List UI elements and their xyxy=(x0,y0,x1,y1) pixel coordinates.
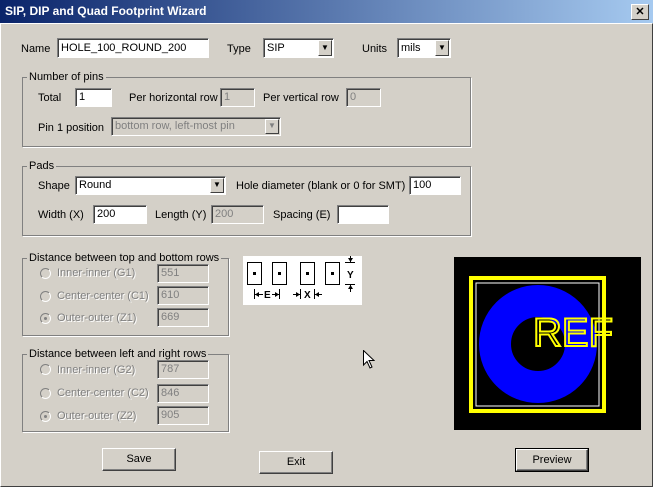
length-label: Length (Y) xyxy=(155,209,207,221)
width-label: Width (X) xyxy=(38,209,84,221)
total-pins-input[interactable]: 1 xyxy=(75,88,112,107)
save-button[interactable]: Save xyxy=(102,448,176,471)
shape-dropdown-chevron-down-icon[interactable]: ▼ xyxy=(210,178,224,193)
diagram-e-label: E xyxy=(264,290,271,301)
dimension-diagram-svg: E X Y xyxy=(247,256,355,301)
left-right-distance-group-title: Distance between left and right rows xyxy=(27,348,209,360)
radio-center-center-c1[interactable] xyxy=(40,291,51,302)
diagram-x-label: X xyxy=(304,290,311,301)
radio-outer-outer-z2[interactable] xyxy=(40,411,51,422)
spacing-input[interactable] xyxy=(337,205,389,224)
preview-button[interactable]: Preview xyxy=(515,448,589,472)
c1-value-field: 610 xyxy=(157,286,209,305)
center-center-c2-label: Center-center (C2) xyxy=(57,387,149,399)
outer-outer-z1-label: Outer-outer (Z1) xyxy=(57,312,137,324)
length-input: 200 xyxy=(211,205,264,224)
per-vertical-row-input: 0 xyxy=(346,88,381,107)
z2-value-field: 905 xyxy=(157,406,209,425)
name-input[interactable]: HOLE_100_ROUND_200 xyxy=(57,38,209,58)
pin1-position-select: bottom row, left-most pin ▼ xyxy=(111,117,281,136)
z1-value-field: 669 xyxy=(157,308,209,327)
units-dropdown-chevron-down-icon[interactable]: ▼ xyxy=(435,40,449,56)
units-label: Units xyxy=(362,43,388,55)
number-of-pins-group-title: Number of pins xyxy=(27,71,106,83)
top-bottom-distance-group-title: Distance between top and bottom rows xyxy=(27,252,222,264)
type-dropdown-chevron-down-icon[interactable]: ▼ xyxy=(318,40,332,56)
type-select-value: SIP xyxy=(267,42,285,54)
type-label: Type xyxy=(227,43,251,55)
footprint-preview: REF xyxy=(454,257,641,430)
radio-outer-outer-z1[interactable] xyxy=(40,313,51,324)
g2-value-field: 787 xyxy=(157,360,209,379)
name-label: Name xyxy=(21,43,51,55)
shape-label: Shape xyxy=(38,180,70,192)
footprint-preview-svg: REF xyxy=(454,257,641,430)
pin1-dropdown-chevron-down-icon: ▼ xyxy=(265,119,279,134)
radio-center-center-c2[interactable] xyxy=(40,388,51,399)
shape-select[interactable]: Round ▼ xyxy=(75,176,226,195)
total-pins-label: Total xyxy=(38,92,62,104)
close-icon: ✕ xyxy=(635,6,645,18)
per-vertical-row-label: Per vertical row xyxy=(263,92,339,104)
diagram-y-label: Y xyxy=(347,270,354,281)
inner-inner-g2-label: Inner-inner (G2) xyxy=(57,364,136,376)
inner-inner-g1-label: Inner-inner (G1) xyxy=(57,267,136,279)
radio-inner-inner-g2[interactable] xyxy=(40,364,51,375)
pin1-position-value: bottom row, left-most pin xyxy=(115,120,235,132)
width-input[interactable]: 200 xyxy=(93,205,147,224)
radio-inner-inner-g1[interactable] xyxy=(40,268,51,279)
shape-select-value: Round xyxy=(79,179,112,191)
ref-designator-text: REF xyxy=(533,311,613,355)
exit-button[interactable]: Exit xyxy=(259,451,333,474)
pads-group-title: Pads xyxy=(27,160,57,172)
title-bar: SIP, DIP and Quad Footprint Wizard ✕ xyxy=(0,0,653,23)
mouse-cursor-icon xyxy=(363,350,375,369)
pin1-position-label: Pin 1 position xyxy=(38,122,105,134)
window-title: SIP, DIP and Quad Footprint Wizard xyxy=(5,4,207,18)
dimension-diagram: E X Y xyxy=(243,256,362,305)
units-select[interactable]: mils ▼ xyxy=(397,38,451,58)
hole-diameter-input[interactable]: 100 xyxy=(409,176,461,195)
type-select[interactable]: SIP ▼ xyxy=(263,38,334,58)
per-horizontal-row-input: 1 xyxy=(220,88,255,107)
spacing-label: Spacing (E) xyxy=(273,209,331,221)
close-button[interactable]: ✕ xyxy=(631,4,649,20)
hole-diameter-label: Hole diameter (blank or 0 for SMT) xyxy=(236,180,406,192)
g1-value-field: 551 xyxy=(157,264,209,283)
per-horizontal-row-label: Per horizontal row xyxy=(129,92,218,104)
center-center-c1-label: Center-center (C1) xyxy=(57,290,149,302)
c2-value-field: 846 xyxy=(157,384,209,403)
outer-outer-z2-label: Outer-outer (Z2) xyxy=(57,410,137,422)
units-select-value: mils xyxy=(401,42,421,54)
